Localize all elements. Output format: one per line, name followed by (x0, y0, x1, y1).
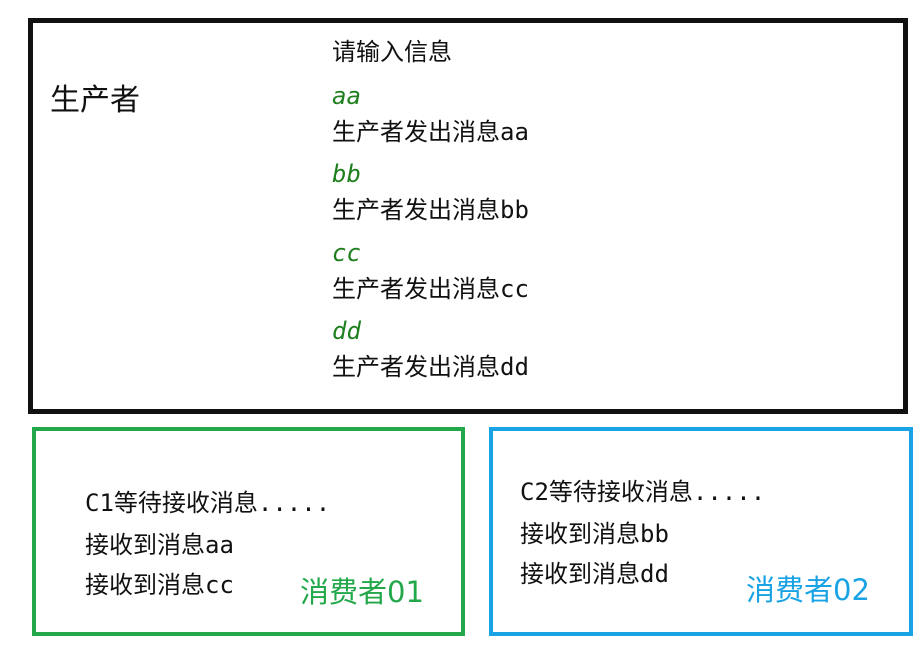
consumer1-waiting-line: C1等待接收消息..... (85, 489, 331, 517)
producer-output-bb: 生产者发出消息bb (332, 196, 529, 224)
producer-prompt: 请输入信息 (332, 38, 452, 66)
consumer2-waiting-line: C2等待接收消息..... (520, 478, 766, 506)
producer-output-cc: 生产者发出消息cc (332, 275, 529, 303)
producer-input-dd: dd (332, 317, 361, 345)
producer-input-aa: aa (332, 82, 361, 110)
producer-output-dd: 生产者发出消息dd (332, 353, 529, 381)
consumer2-received-bb: 接收到消息bb (520, 520, 669, 548)
producer-title: 生产者 (50, 83, 140, 118)
producer-output-aa: 生产者发出消息aa (332, 118, 529, 146)
producer-input-cc: cc (332, 239, 361, 267)
consumer2-received-dd: 接收到消息dd (520, 560, 669, 588)
consumer2-name: 消费者02 (746, 573, 870, 607)
consumer1-name: 消费者01 (300, 575, 424, 609)
consumer1-received-cc: 接收到消息cc (85, 571, 234, 599)
consumer1-received-aa: 接收到消息aa (85, 531, 234, 559)
producer-input-bb: bb (332, 160, 361, 188)
